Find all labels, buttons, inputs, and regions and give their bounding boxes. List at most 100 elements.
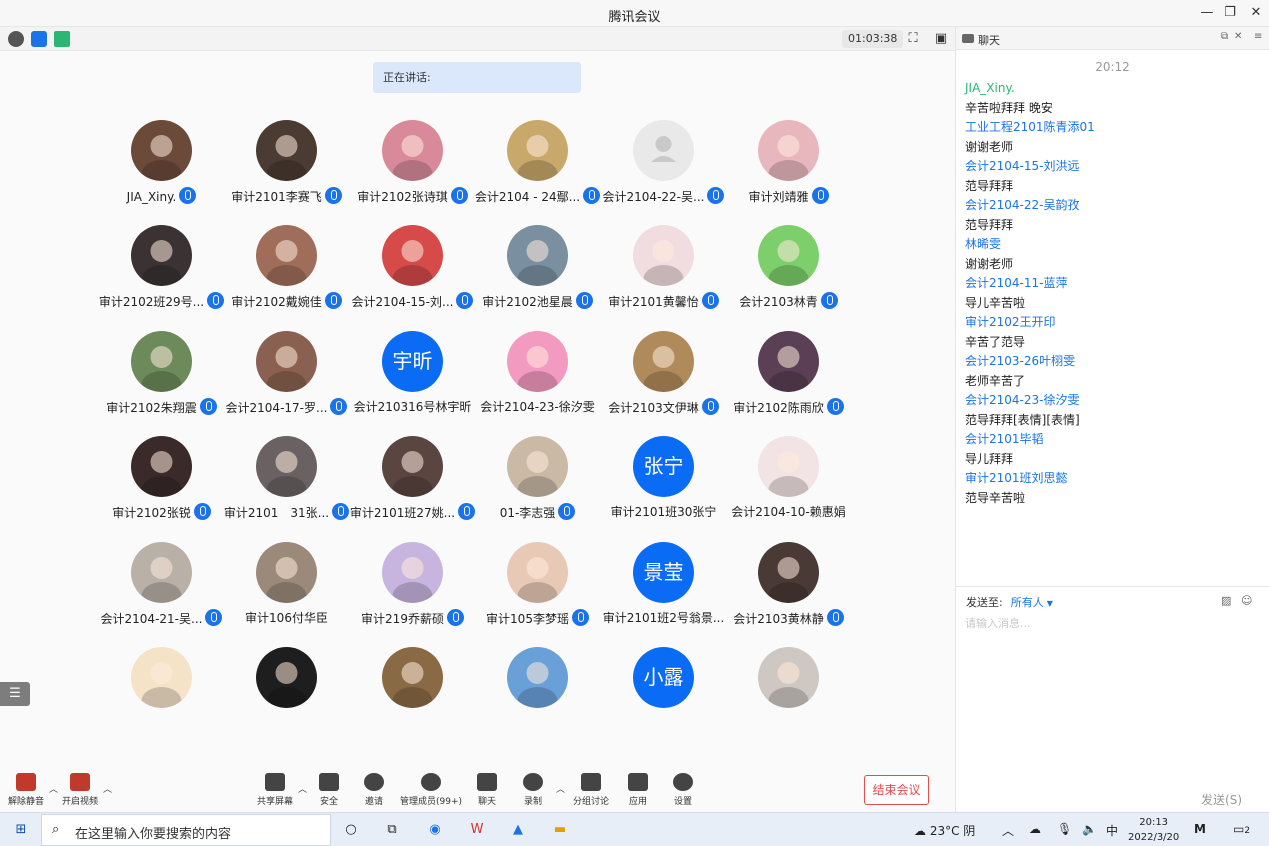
volume-icon[interactable]: 🔈	[1082, 822, 1097, 836]
chat-sender[interactable]: 会计2104-23-徐汐雯	[965, 391, 1260, 411]
participant-tile[interactable]	[224, 647, 349, 747]
participant-tile[interactable]: 景莹 审计2101班2号翁景...	[601, 542, 726, 642]
tencent-meeting-icon[interactable]: ▲	[509, 821, 527, 839]
system-clock[interactable]: 20:13 2022/3/20	[1128, 815, 1179, 845]
participant-tile[interactable]: 审计2102朱翔震	[99, 331, 224, 431]
participant-tile[interactable]: 会计2104-10-赖惠娟	[726, 436, 851, 536]
breakout-button[interactable]: 分组讨论	[573, 773, 609, 807]
video-options-caret[interactable]: ︿	[103, 782, 112, 795]
participant-tile[interactable]	[99, 647, 224, 747]
restore-button[interactable]: ❐	[1219, 3, 1241, 23]
windows-start-icon[interactable]: ⊞	[12, 821, 30, 839]
participant-tile[interactable]: 01-李志强	[475, 436, 600, 536]
onedrive-icon[interactable]: ☁	[1029, 822, 1041, 836]
chat-sender[interactable]: JIA_Xiny.	[965, 79, 1260, 99]
participant-tile[interactable]	[350, 647, 475, 747]
participant-tile[interactable]: 审计105李梦瑶	[475, 542, 600, 642]
chat-sender[interactable]: 审计2101班刘思懿	[965, 469, 1260, 489]
participant-tile[interactable]: 审计2102张锐	[99, 436, 224, 536]
audio-options-caret[interactable]: ︿	[49, 782, 58, 795]
participant-tile[interactable]: 会计2104-15-刘...	[350, 225, 475, 325]
wps-icon[interactable]: W	[468, 821, 486, 839]
app-tray-icon[interactable]: M	[1194, 822, 1206, 836]
participant-tile[interactable]: 审计2102班29号...	[99, 225, 225, 325]
tray-overflow-icon[interactable]: ︿	[1002, 822, 1014, 839]
notification-icon[interactable]: ▭2	[1233, 822, 1250, 836]
member-list-toggle-icon[interactable]: ☰	[0, 682, 30, 706]
cortana-icon[interactable]: ○	[342, 821, 360, 839]
participant-tile[interactable]: 审计2101李赛飞	[224, 120, 349, 220]
chat-sender[interactable]: 工业工程2101陈青添01	[965, 118, 1260, 138]
send-button[interactable]: 发送(S)	[1201, 791, 1242, 808]
chat-button[interactable]: 聊天	[477, 773, 497, 807]
participant-tile[interactable]: 会计2103黄林静	[726, 542, 851, 642]
manage-members-button[interactable]: 管理成员(99+)	[400, 773, 462, 807]
microphone-icon[interactable]: 🎙	[1057, 822, 1072, 836]
participant-tile[interactable]: JIA_Xiny.	[99, 120, 224, 220]
unmute-button[interactable]: 解除静音	[8, 773, 44, 807]
chat-sender[interactable]: 会计2104-11-蓝萍	[965, 274, 1260, 294]
shield-icon[interactable]	[31, 31, 47, 47]
participant-tile[interactable]: 审计2102张诗琪	[350, 120, 475, 220]
ime-indicator[interactable]: 中	[1106, 822, 1118, 839]
participant-tile[interactable]: 审计2102戴婉佳	[224, 225, 349, 325]
chat-sender[interactable]: 会计2104-22-吴韵孜	[965, 196, 1260, 216]
chat-sender[interactable]: 会计2101毕韬	[965, 430, 1260, 450]
participant-tile[interactable]	[475, 647, 600, 747]
close-chat-icon[interactable]: ✕	[1234, 31, 1242, 42]
chat-sender[interactable]: 审计2102王开印	[965, 313, 1260, 333]
participant-tile[interactable]: 会计2103文伊琳	[601, 331, 726, 431]
participant-tile[interactable]: 会计2104 - 24鄢...	[475, 120, 601, 220]
end-meeting-button[interactable]: 结束会议	[864, 775, 929, 805]
chat-sender[interactable]: 林晞雯	[965, 235, 1260, 255]
signal-icon[interactable]	[54, 31, 70, 47]
fullscreen-icon[interactable]: ⛶	[905, 31, 921, 47]
participant-tile[interactable]: 会计2104-22-吴...	[601, 120, 726, 220]
panel-menu-icon[interactable]: ≡	[1254, 31, 1262, 42]
weather-widget[interactable]: ☁ 23°C 阴	[914, 822, 975, 839]
participant-tile[interactable]: 审计2101 31张...	[224, 436, 350, 536]
participant-tile[interactable]: 审计2101班27姚...	[350, 436, 476, 536]
share-options-caret[interactable]: ︿	[298, 782, 307, 795]
participant-tile[interactable]: 会计2104-23-徐汐雯	[475, 331, 600, 431]
popout-icon[interactable]: ⧉	[1221, 31, 1228, 42]
participant-tile[interactable]: 审计106付华臣	[224, 542, 349, 642]
participant-tile[interactable]: 审计2102陈雨欣	[726, 331, 851, 431]
video-button[interactable]: 开启视频	[62, 773, 98, 807]
participant-tile[interactable]: 小露	[601, 647, 726, 747]
chat-sender[interactable]: 会计2103-26叶栩雯	[965, 352, 1260, 372]
minimize-button[interactable]: —	[1196, 3, 1218, 23]
close-button[interactable]: ✕	[1245, 3, 1267, 23]
apps-button[interactable]: 应用	[628, 773, 648, 807]
chat-input[interactable]: 请输入消息...	[965, 615, 1031, 631]
taskbar-search[interactable]: ⌕ 在这里输入你要搜索的内容	[41, 814, 331, 846]
info-icon[interactable]	[8, 31, 24, 47]
record-options-caret[interactable]: ︿	[556, 782, 565, 795]
chat-icon	[477, 773, 497, 791]
share-screen-button[interactable]: 共享屏幕	[257, 773, 293, 807]
participant-tile[interactable]: 会计2104-17-罗...	[224, 331, 349, 431]
participant-tile[interactable]: 宇昕 会计210316号林宇昕	[350, 331, 475, 431]
image-icon[interactable]: ▨	[1221, 594, 1231, 607]
participant-tile[interactable]	[726, 647, 851, 747]
file-explorer-icon[interactable]: ▬	[551, 821, 569, 839]
participant-tile[interactable]: 审计刘靖雅	[726, 120, 851, 220]
participant-tile[interactable]: 审计2101黄馨怡	[601, 225, 726, 325]
speaking-indicator: 正在讲话:	[373, 62, 581, 93]
participant-tile[interactable]: 审计219乔薪硕	[350, 542, 475, 642]
recipient-select[interactable]: 所有人	[1011, 596, 1044, 609]
participant-tile[interactable]: 审计2102池星晨	[475, 225, 600, 325]
invite-button[interactable]: 邀请	[364, 773, 384, 807]
participant-tile[interactable]: 会计2104-21-吴...	[99, 542, 224, 642]
participant-tile[interactable]: 会计2103林青	[726, 225, 851, 325]
dropdown-arrow-icon[interactable]: ▼	[1047, 599, 1053, 608]
browser-icon[interactable]: ◉	[426, 821, 444, 839]
mention-icon[interactable]: ☺	[1241, 594, 1252, 607]
participant-tile[interactable]: 张宁 审计2101班30张宁	[601, 436, 726, 536]
layout-icon[interactable]: ▣	[933, 31, 949, 47]
settings-button[interactable]: 设置	[673, 773, 693, 807]
task-view-icon[interactable]: ⧉	[383, 821, 401, 839]
security-button[interactable]: 安全	[319, 773, 339, 807]
chat-sender[interactable]: 会计2104-15-刘洪远	[965, 157, 1260, 177]
record-button[interactable]: 录制	[523, 773, 543, 807]
